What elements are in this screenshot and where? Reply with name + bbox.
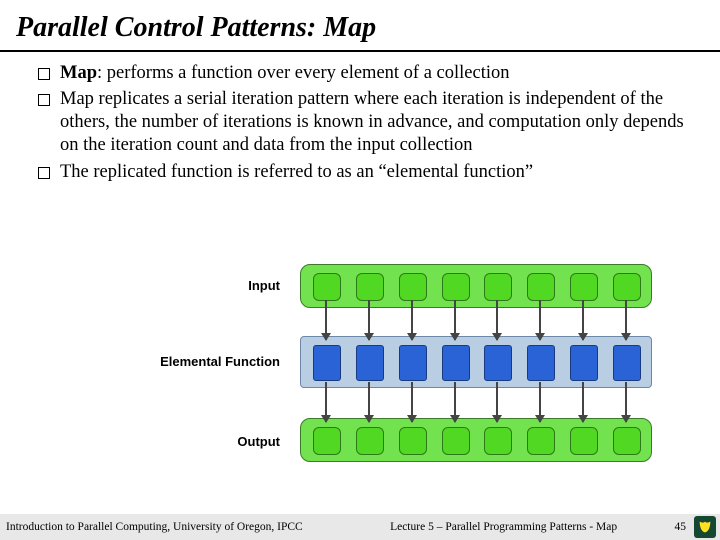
input-cell bbox=[484, 273, 512, 301]
function-cell bbox=[527, 345, 555, 381]
input-cell bbox=[399, 273, 427, 301]
arrow-down-icon bbox=[411, 300, 413, 340]
output-cell bbox=[313, 427, 341, 455]
function-cell bbox=[356, 345, 384, 381]
bullet-item: Map replicates a serial iteration patter… bbox=[38, 88, 692, 157]
input-cell bbox=[442, 273, 470, 301]
output-cell bbox=[613, 427, 641, 455]
function-cell bbox=[313, 345, 341, 381]
function-cell bbox=[442, 345, 470, 381]
label-input: Input bbox=[100, 278, 280, 293]
footer-page-number: 45 bbox=[665, 521, 695, 533]
arrow-down-icon bbox=[325, 300, 327, 340]
arrow-down-icon bbox=[539, 300, 541, 340]
elemental-function-stage bbox=[300, 336, 652, 388]
input-cell bbox=[356, 273, 384, 301]
function-cell bbox=[613, 345, 641, 381]
arrow-down-icon bbox=[368, 382, 370, 422]
output-cell bbox=[442, 427, 470, 455]
arrow-down-icon bbox=[496, 382, 498, 422]
footer-center: Lecture 5 – Parallel Programming Pattern… bbox=[303, 521, 665, 533]
function-cell bbox=[484, 345, 512, 381]
bullet-text: Map replicates a serial iteration patter… bbox=[60, 89, 684, 155]
bullet-text: : performs a function over every element… bbox=[97, 63, 509, 83]
university-logo bbox=[694, 516, 716, 538]
input-cell bbox=[527, 273, 555, 301]
arrow-down-icon bbox=[496, 300, 498, 340]
input-stage bbox=[300, 264, 652, 308]
output-cell bbox=[527, 427, 555, 455]
function-cell bbox=[399, 345, 427, 381]
arrow-down-icon bbox=[625, 300, 627, 340]
title-rule bbox=[0, 50, 720, 52]
arrow-down-icon bbox=[625, 382, 627, 422]
bullet-list: Map: performs a function over every elem… bbox=[0, 62, 720, 184]
arrow-down-icon bbox=[454, 300, 456, 340]
arrow-down-icon bbox=[582, 382, 584, 422]
slide-title: Parallel Control Patterns: Map bbox=[0, 0, 720, 48]
footer-left: Introduction to Parallel Computing, Univ… bbox=[0, 521, 303, 533]
arrow-down-icon bbox=[411, 382, 413, 422]
arrow-down-icon bbox=[454, 382, 456, 422]
arrow-down-icon bbox=[582, 300, 584, 340]
function-cell bbox=[570, 345, 598, 381]
arrow-down-icon bbox=[539, 382, 541, 422]
input-cell bbox=[570, 273, 598, 301]
output-cell bbox=[356, 427, 384, 455]
bullet-item: The replicated function is referred to a… bbox=[38, 161, 692, 184]
map-diagram: Input Elemental Function Output bbox=[100, 262, 660, 482]
bullet-text: The replicated function is referred to a… bbox=[60, 162, 533, 182]
bullet-bold: Map bbox=[60, 63, 97, 83]
output-cell bbox=[570, 427, 598, 455]
input-cell bbox=[313, 273, 341, 301]
slide-footer: Introduction to Parallel Computing, Univ… bbox=[0, 514, 720, 540]
arrow-down-icon bbox=[325, 382, 327, 422]
arrow-down-icon bbox=[368, 300, 370, 340]
output-stage bbox=[300, 418, 652, 462]
label-output: Output bbox=[100, 434, 280, 449]
label-elemental-function: Elemental Function bbox=[100, 354, 280, 369]
input-cell bbox=[613, 273, 641, 301]
output-cell bbox=[484, 427, 512, 455]
bullet-item: Map: performs a function over every elem… bbox=[38, 62, 692, 85]
output-cell bbox=[399, 427, 427, 455]
